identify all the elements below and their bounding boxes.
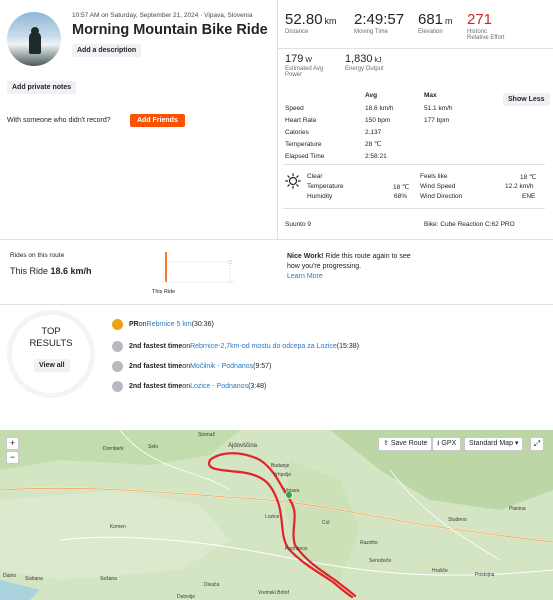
route-message: Nice Work! Ride this route again to see …: [287, 253, 412, 282]
top-results-title: TOP RESULTS: [29, 326, 73, 349]
activity-map[interactable]: Dornberk Selo Stomaž Ajdovščina Budanje …: [0, 430, 553, 600]
fullscreen-icon[interactable]: ⤢: [530, 437, 544, 451]
share-icon: ⇪: [383, 440, 389, 447]
segment-link[interactable]: Rebrnice 5 km: [147, 321, 192, 328]
map-place-label: Sežana: [100, 576, 117, 582]
details-row: Temperature 28 ℃: [285, 140, 382, 149]
pr-medal-icon: [112, 319, 123, 330]
map-place-label: Studeno: [448, 517, 467, 523]
map-type-select[interactable]: Standard Map ▾: [464, 437, 524, 451]
result-row: 2nd fastest time on Lozice - Podnanos (3…: [112, 381, 266, 392]
result-row: PR on Rebrnice 5 km (30:36): [112, 319, 214, 330]
silver-medal-icon: [112, 361, 123, 372]
result-row: 2nd fastest time on Močilnik - Podnanos …: [112, 361, 271, 372]
map-place-label: Sistiana: [25, 576, 43, 582]
details-avg-header: Avg: [365, 92, 378, 99]
weather-feels-like-label: Feels like: [420, 173, 448, 180]
map-place-label: Budanje: [271, 463, 290, 469]
stat-relative-effort[interactable]: 271 Historic Relative Effort: [467, 11, 505, 41]
result-row: 2nd fastest time on Rebrnice-2,7km-od mo…: [112, 341, 359, 352]
gpx-download-button[interactable]: ⭳ GPX: [432, 437, 462, 451]
silver-medal-icon: [112, 381, 123, 392]
view-all-button[interactable]: View all: [34, 359, 70, 372]
activity-datetime: 10:57 AM on Saturday, September 21, 2024…: [72, 12, 253, 19]
zoom-out-button[interactable]: −: [6, 451, 19, 464]
map-place-label: Ajdovščina: [228, 443, 258, 449]
weather-temp-value: 18 ℃: [393, 184, 410, 191]
bike-name[interactable]: Bike: Cube Reaction C:62 PRO: [424, 221, 515, 228]
add-description-button[interactable]: Add a description: [72, 44, 142, 57]
map-place-label: Lozice: [265, 514, 280, 520]
save-route-button[interactable]: ⇪ Save Route: [378, 437, 433, 451]
stat-energy: 1,830 kJ Energy Output: [345, 53, 384, 72]
map-place-label: Senožeče: [369, 558, 392, 564]
weather-humidity-value: 68%: [394, 193, 408, 200]
device-name: Suunto 9: [285, 221, 312, 228]
map-place-label: Razdrto: [360, 540, 378, 546]
map-place-label: Planina: [509, 506, 526, 512]
activity-title[interactable]: Morning Mountain Bike Ride: [72, 22, 268, 38]
map-place-label: Podnanos: [285, 546, 308, 552]
add-friends-button[interactable]: Add Friends: [130, 114, 185, 127]
weather-wind-dir-value: ENE: [522, 193, 536, 200]
map-place-label: Stomaž: [198, 432, 215, 438]
details-row: Heart Rate 150 bpm 177 bpm: [285, 116, 450, 124]
map-place-label: Divača: [204, 582, 220, 588]
details-max-header: Max: [424, 92, 437, 99]
athlete-avatar[interactable]: [7, 12, 61, 66]
this-ride-speed: This Ride 18.6 km/h: [10, 266, 92, 276]
route-comparison-chart: [160, 250, 235, 290]
download-icon: ⭳: [437, 440, 440, 447]
weather-wind-speed-value: 12.2 km/h: [505, 183, 534, 190]
silver-medal-icon: [112, 341, 123, 352]
details-row: Elapsed Time 2:58:21: [285, 152, 387, 160]
stat-elevation: 681 m Elevation: [418, 11, 453, 35]
learn-more-link[interactable]: Learn More: [287, 272, 412, 282]
stat-distance: 52.80 km Distance: [285, 11, 337, 35]
with-someone-text: With someone who didn't record?: [7, 117, 111, 124]
weather-wind-dir-label: Wind Direction: [420, 193, 463, 200]
stat-power: 179 W Estimated Avg Power: [285, 53, 324, 78]
details-row: Speed 18.6 km/h 51.1 km/h: [285, 104, 453, 112]
rides-on-route-label: Rides on this route: [10, 252, 65, 259]
add-private-notes-button[interactable]: Add private notes: [7, 81, 77, 94]
chevron-down-icon: ▾: [514, 440, 519, 447]
segment-link[interactable]: Rebrnice-2,7km-od mostu do odcepa za Loz…: [190, 343, 337, 350]
map-place-label: Postojna: [475, 572, 495, 578]
weather-temp-label: Temperature: [307, 183, 344, 190]
map-place-label: Dornberk: [103, 446, 124, 452]
map-place-label: Dutovlje: [177, 594, 196, 600]
chart-this-ride-label: This Ride: [152, 289, 176, 295]
map-place-label: Duino: [3, 573, 17, 579]
stat-moving-time: 2:49:57 Moving Time: [354, 11, 405, 35]
map-place-label: Col: [322, 520, 330, 526]
weather-feels-like-value: 18 ℃: [520, 174, 537, 181]
sun-icon: [285, 173, 301, 189]
map-place-label: Hrašče: [432, 568, 448, 574]
map-place-label: Vipava: [284, 488, 300, 494]
map-place-label: Vremski Britof: [258, 590, 289, 596]
map-place-label: Vrhpolje: [273, 472, 292, 478]
map-place-label: Komen: [110, 524, 126, 530]
details-table: Speed 18.6 km/h 51.1 km/h Heart Rate 150 bp…: [285, 102, 545, 162]
weather-wind-speed-label: Wind Speed: [420, 183, 456, 190]
zoom-in-button[interactable]: +: [6, 437, 19, 450]
weather-condition: Clear: [307, 173, 323, 180]
top-results-badge: [7, 310, 95, 398]
weather-humidity-label: Humidity: [307, 193, 333, 200]
segment-link[interactable]: Lozice - Podnanos: [190, 383, 248, 390]
map-place-label: Selo: [148, 444, 159, 450]
segment-link[interactable]: Močilnik - Podnanos: [190, 363, 253, 370]
details-row: Calories 2,137: [285, 128, 382, 136]
